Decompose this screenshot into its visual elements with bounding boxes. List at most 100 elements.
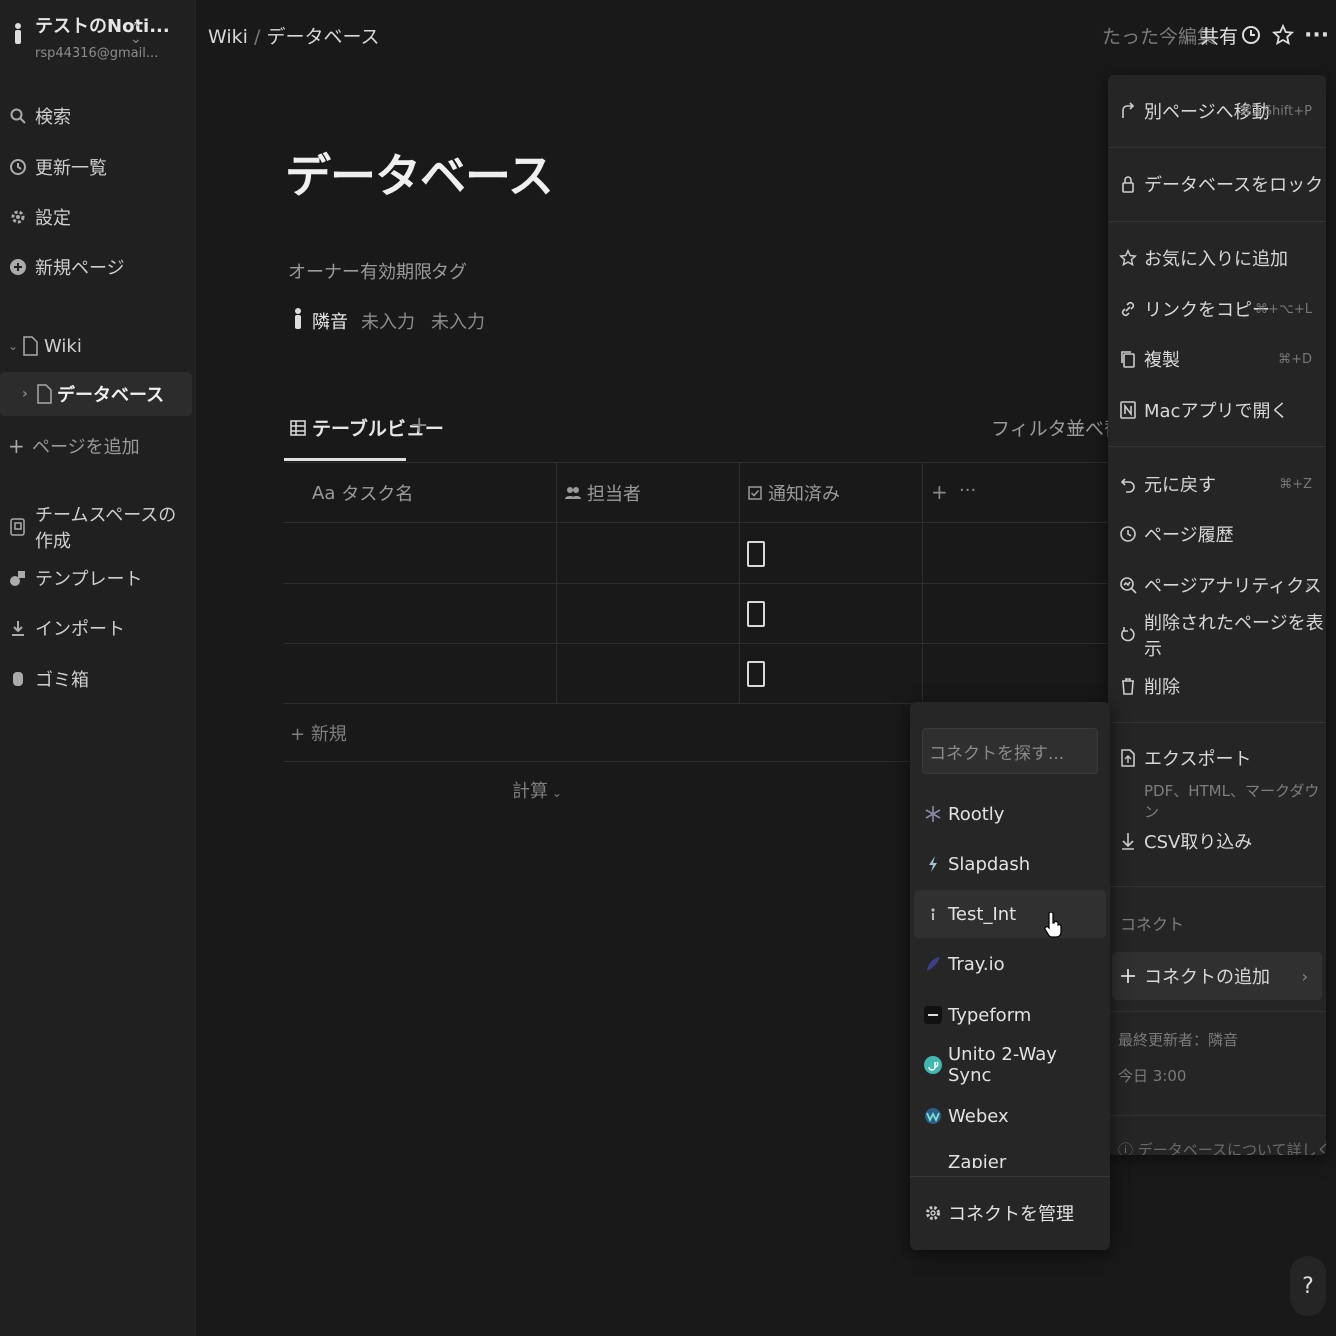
column-header-notified[interactable]: 通知済み [748,480,840,506]
connection-item-unito[interactable]: Unito 2-Way Sync [914,1041,1106,1089]
sidebar-item-add-page[interactable]: + ページを追加 [0,424,192,468]
people-icon [565,486,581,500]
help-button[interactable]: ? [1290,1256,1326,1316]
menu-page-analytics[interactable]: ページアナリティクス › [1108,563,1326,607]
prop-owner-label[interactable]: オーナー [288,258,360,284]
plus-circle-icon [8,257,28,277]
menu-divider [1108,221,1326,222]
more-options-icon[interactable]: ··· [1304,23,1329,48]
prop-owner-value[interactable]: 隣音 [312,308,348,334]
sidebar-item-label: 設定 [35,208,71,229]
menu-duplicate[interactable]: 複製 ⌘+D [1108,337,1326,381]
plus-icon: + [290,724,311,745]
breadcrumb-wiki[interactable]: Wiki [208,26,248,48]
row-checkbox[interactable] [747,601,765,627]
sidebar-item-trash[interactable]: ゴミ箱 [0,657,192,701]
column-label: 通知済み [768,484,840,505]
column-divider [556,463,557,703]
menu-divider [1108,722,1326,723]
page-title[interactable]: データベース [285,140,554,206]
calculate-button[interactable]: 計算 ⌄ [512,777,562,803]
sidebar-item-label: テンプレート [35,569,143,590]
connection-search-input[interactable]: コネクトを探す... [922,728,1098,774]
plus-icon [1118,966,1138,986]
menu-show-deleted[interactable]: 削除されたページを表示 [1108,613,1326,660]
import-icon [8,618,28,638]
sidebar-item-new-page[interactable]: 新規ページ [0,245,192,289]
typeform-logo-icon [924,1006,942,1024]
menu-divider [1108,1011,1326,1012]
breadcrumb-current[interactable]: データベース [266,26,379,48]
menu-label: Macアプリで開く [1144,401,1289,422]
updates-clock-icon[interactable] [1241,25,1261,45]
connection-name: Test_Int [948,903,1017,925]
menu-move-to[interactable]: 別ページへ移動 ⌘+Shift+P [1108,89,1326,133]
menu-page-history[interactable]: ページ履歴 [1108,512,1326,556]
connection-picker-divider [910,1176,1110,1177]
new-row-button[interactable]: + 新規 [290,720,347,746]
breadcrumb: Wiki / データベース [208,22,380,49]
prop-tag-value[interactable]: 未入力 [431,308,485,334]
manage-connections-button[interactable]: コネクトを管理 [914,1189,1106,1237]
menu-delete[interactable]: 削除 [1108,664,1326,708]
notion-icon [1118,400,1138,420]
chevron-right-icon: › [1305,575,1312,595]
workspace-name[interactable]: テストのNoti... [35,12,170,38]
prop-due-label[interactable]: 有効期限 [360,258,432,284]
sidebar-item-database[interactable]: › データベース [0,372,192,416]
sidebar-item-wiki[interactable]: ⌄ Wiki [0,324,192,368]
menu-csv-import[interactable]: CSV取り込み [1108,819,1326,863]
menu-copy-link[interactable]: リンクをコピー ⌘+⌥+L [1108,287,1326,331]
column-header-assignee[interactable]: 担当者 [565,480,641,506]
shortcut: ⌘+Shift+P [1239,103,1312,119]
sidebar-item-create-teamspace[interactable]: チームスペースの作成 [0,505,192,552]
menu-open-mac-app[interactable]: Macアプリで開く [1108,388,1326,432]
chevron-down-icon[interactable]: ⌄ [8,339,18,353]
connection-name: Tray.io [948,953,1005,975]
workspace-switch-icon[interactable]: ⌃ ⌄ [130,22,142,46]
sidebar-item-import[interactable]: インポート [0,606,192,650]
connection-item-rootly[interactable]: Rootly [914,790,1106,838]
column-header-task-name[interactable]: Aa タスク名 [312,480,413,506]
menu-label: 元に戻す [1144,475,1216,496]
sidebar-item-updates[interactable]: 更新一覧 [0,145,192,189]
connection-item-tray-io[interactable]: Tray.io [914,940,1106,988]
share-button[interactable]: 共有 [1200,22,1238,49]
prop-due-value[interactable]: 未入力 [361,308,415,334]
link-icon [1118,299,1138,319]
chevron-right-icon[interactable]: › [22,386,28,402]
prop-tag-label[interactable]: タグ [431,258,467,284]
manage-connections-label: コネクトを管理 [948,1204,1074,1225]
add-view-button[interactable]: + [410,413,428,438]
connection-name: Slapdash [948,853,1031,875]
connection-item-zapier[interactable]: Zapier [914,1142,1106,1168]
breadcrumb-separator: / [253,26,261,48]
menu-add-connection[interactable]: コネクトの追加 › [1112,952,1322,1000]
connection-item-webex[interactable]: Webex [914,1092,1106,1140]
page-options-menu: 別ページへ移動 ⌘+Shift+P データベースをロック お気に入りに追加 リン… [1108,75,1326,1155]
workspace-avatar[interactable] [10,20,26,48]
menu-lock-database[interactable]: データベースをロック [1108,162,1326,206]
connection-item-test-int[interactable]: Test_Int [914,890,1106,938]
connection-item-typeform[interactable]: Typeform [914,991,1106,1039]
connection-name: Webex [948,1105,1009,1127]
add-column-button[interactable]: + [931,480,948,504]
menu-label: リンクをコピー [1144,300,1270,321]
sidebar-item-settings[interactable]: 設定 [0,195,192,239]
last-edited-time: 今日 3:00 [1118,1067,1187,1085]
sidebar-item-label: 新規ページ [35,258,125,279]
connection-name: Unito 2-Way Sync [948,1044,1057,1086]
learn-more-link[interactable]: ⓘ データベースについて詳しくは [1118,1139,1326,1155]
menu-export[interactable]: エクスポート [1108,736,1326,780]
row-checkbox[interactable] [747,541,765,567]
sidebar-item-templates[interactable]: テンプレート [0,556,192,600]
connection-item-slapdash[interactable]: Slapdash [914,840,1106,888]
sort-button[interactable]: 並べ替 [1066,414,1108,441]
row-checkbox[interactable] [747,661,765,687]
connection-name: Rootly [948,803,1005,825]
menu-add-favorite[interactable]: お気に入りに追加 [1108,236,1326,280]
menu-undo[interactable]: 元に戻す ⌘+Z [1108,462,1326,506]
favorite-star-icon[interactable] [1272,24,1294,46]
column-more-button[interactable]: ··· [959,480,976,501]
sidebar-item-search[interactable]: 検索 [0,94,192,138]
